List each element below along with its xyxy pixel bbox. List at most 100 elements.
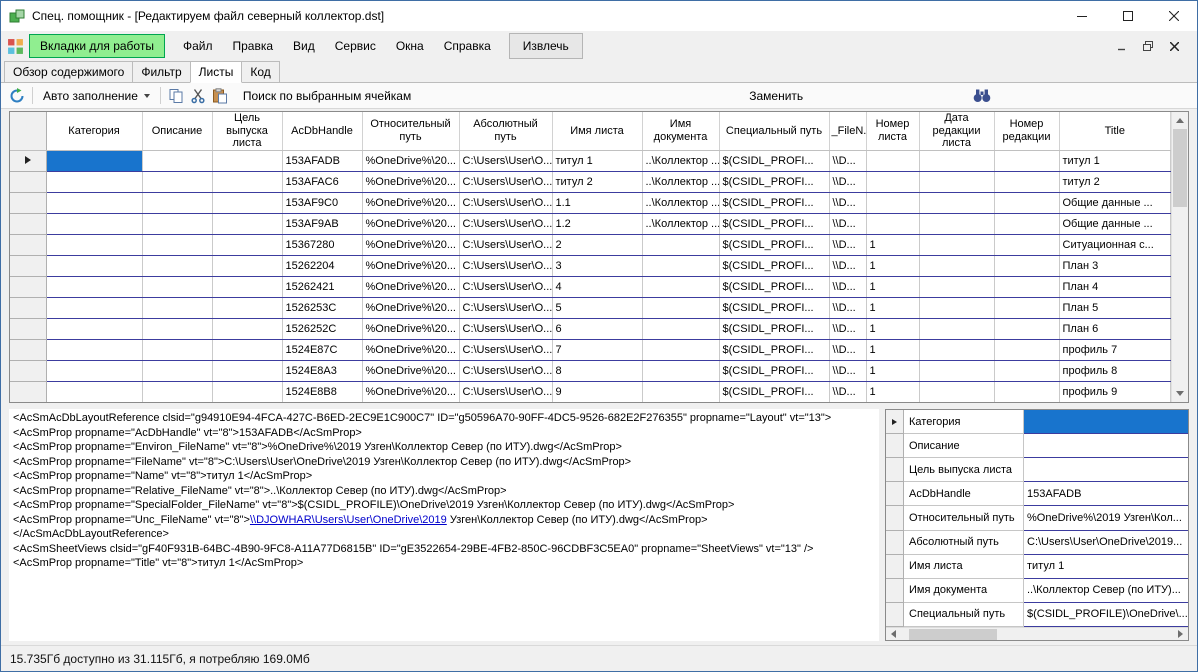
grid-cell[interactable]: План 4 [1059,276,1171,297]
grid-column-header[interactable]: Дата редакции листа [919,112,994,150]
mdi-restore-button[interactable] [1141,39,1155,53]
grid-cell[interactable] [142,192,212,213]
grid-cell[interactable] [212,360,282,381]
work-tabs-button[interactable]: Вкладки для работы [29,34,165,58]
grid-cell[interactable]: $(CSIDL_PROFI... [719,192,829,213]
grid-cell[interactable]: 153AFADB [282,150,362,171]
grid-cell[interactable]: $(CSIDL_PROFI... [719,318,829,339]
property-value[interactable]: титул 1 [1024,555,1188,579]
grid-cell[interactable]: 1 [866,234,919,255]
grid-cell[interactable] [994,255,1059,276]
grid-cell[interactable]: \\D... [829,234,866,255]
grid-column-header[interactable]: Title [1059,112,1171,150]
grid-cell[interactable] [142,360,212,381]
grid-cell[interactable]: %OneDrive%\20... [362,150,459,171]
tab-item[interactable]: Листы [190,61,243,83]
replace-label[interactable]: Заменить [749,89,803,103]
grid-cell[interactable]: 9 [552,381,642,402]
property-value[interactable]: ..\Коллектор Север (по ИТУ)... [1024,579,1188,603]
property-row-selector[interactable] [886,579,904,603]
grid-cell[interactable]: 1 [866,339,919,360]
grid-cell[interactable]: \\D... [829,150,866,171]
grid-cell[interactable]: Ситуационная с... [1059,234,1171,255]
grid-cell[interactable] [994,276,1059,297]
grid-cell[interactable]: ..\Коллектор ... [642,150,719,171]
minimize-button[interactable] [1059,1,1105,31]
grid-cell[interactable] [212,276,282,297]
grid-cell[interactable] [919,213,994,234]
grid-cell[interactable] [212,150,282,171]
grid-cell[interactable]: $(CSIDL_PROFI... [719,171,829,192]
grid-cell[interactable] [642,255,719,276]
grid-cell[interactable]: \\D... [829,171,866,192]
scroll-down-button[interactable] [1172,385,1188,402]
grid-cell[interactable]: 1524E8B8 [282,381,362,402]
grid-cell[interactable]: $(CSIDL_PROFI... [719,297,829,318]
property-value[interactable]: 153AFADB [1024,482,1188,506]
grid-cell[interactable] [46,234,142,255]
grid-cell[interactable] [642,234,719,255]
grid-cell[interactable]: %OneDrive%\20... [362,192,459,213]
grid-cell[interactable] [212,234,282,255]
grid-cell[interactable] [994,150,1059,171]
grid-cell[interactable] [46,213,142,234]
grid-cell[interactable] [994,318,1059,339]
grid-cell[interactable] [142,150,212,171]
grid-cell[interactable]: %OneDrive%\20... [362,213,459,234]
grid-cell[interactable]: \\D... [829,192,866,213]
grid-cell[interactable] [919,297,994,318]
menu-item[interactable]: Вид [283,34,325,58]
grid-cell[interactable]: 1.2 [552,213,642,234]
grid-cell[interactable]: %OneDrive%\20... [362,171,459,192]
menu-item[interactable]: Сервис [325,34,386,58]
grid-cell[interactable]: 153AFAC6 [282,171,362,192]
grid-cell[interactable] [142,339,212,360]
grid-cell[interactable] [46,360,142,381]
grid-column-header[interactable]: Относительный путь [362,112,459,150]
grid-cell[interactable] [212,171,282,192]
grid-cell[interactable]: 1.1 [552,192,642,213]
grid-cell[interactable] [919,255,994,276]
scroll-left-button[interactable] [886,628,901,641]
property-value[interactable] [1024,434,1188,458]
grid-cell[interactable]: 1526253C [282,297,362,318]
grid-cell[interactable] [142,276,212,297]
unc-path-link[interactable]: \\DJOWHAR\Users\User\OneDrive\2019 [250,514,447,526]
refresh-button[interactable] [6,85,28,107]
grid-cell[interactable] [142,171,212,192]
grid-cell[interactable]: $(CSIDL_PROFI... [719,213,829,234]
grid-cell[interactable] [46,255,142,276]
maximize-button[interactable] [1105,1,1151,31]
menu-item[interactable]: Файл [173,34,223,58]
grid-cell[interactable] [919,234,994,255]
grid-column-header[interactable]: Специальный путь [719,112,829,150]
grid-cell[interactable] [994,213,1059,234]
grid-cell[interactable] [994,381,1059,402]
grid-cell[interactable] [919,150,994,171]
grid-cell[interactable]: %OneDrive%\20... [362,276,459,297]
grid-cell[interactable]: 1 [866,360,919,381]
grid-cell[interactable] [46,276,142,297]
grid-cell[interactable] [142,381,212,402]
property-row-selector[interactable] [886,458,904,482]
grid-cell[interactable]: C:\Users\User\O... [459,171,552,192]
grid-cell[interactable]: титул 1 [552,150,642,171]
grid-cell[interactable]: C:\Users\User\O... [459,297,552,318]
grid-cell[interactable]: 4 [552,276,642,297]
grid-cell[interactable]: План 5 [1059,297,1171,318]
grid-cell[interactable]: %OneDrive%\20... [362,297,459,318]
vscrollbar-track[interactable] [1172,207,1188,385]
grid-cell[interactable] [994,297,1059,318]
grid-cell[interactable]: $(CSIDL_PROFI... [719,255,829,276]
grid-cell[interactable]: План 3 [1059,255,1171,276]
copy-button[interactable] [165,85,187,107]
scroll-right-button[interactable] [1173,628,1188,641]
grid-cell[interactable]: \\D... [829,339,866,360]
title-bar[interactable]: Спец. помощник - [Редактируем файл север… [1,1,1197,31]
grid-cell[interactable] [994,360,1059,381]
property-row-selector[interactable] [886,434,904,458]
grid-cell[interactable]: 1524E87C [282,339,362,360]
property-value[interactable] [1024,458,1188,482]
grid-cell[interactable]: 15262421 [282,276,362,297]
grid-cell[interactable]: \\D... [829,318,866,339]
